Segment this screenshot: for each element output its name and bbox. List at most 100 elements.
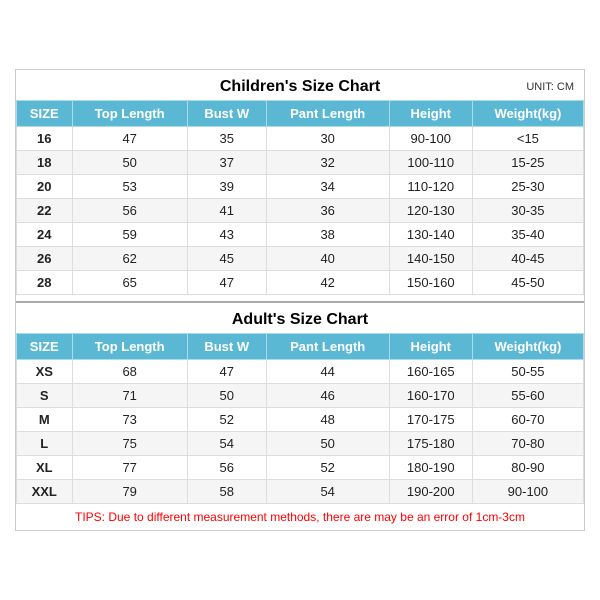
table-cell: 75 — [72, 432, 187, 456]
table-cell: 53 — [72, 175, 187, 199]
table-row: XXL795854190-20090-100 — [17, 480, 584, 504]
table-cell: 54 — [187, 432, 266, 456]
table-row: 18503732100-11015-25 — [17, 151, 584, 175]
table-cell: 180-190 — [389, 456, 472, 480]
children-table: SIZE Top Length Bust W Pant Length Heigh… — [16, 100, 584, 295]
children-col-pant: Pant Length — [266, 101, 389, 127]
table-cell: 43 — [187, 223, 266, 247]
table-cell: 73 — [72, 408, 187, 432]
table-cell: 32 — [266, 151, 389, 175]
table-cell: 71 — [72, 384, 187, 408]
table-row: 1647353090-100<15 — [17, 127, 584, 151]
table-cell: XL — [17, 456, 73, 480]
table-cell: 100-110 — [389, 151, 472, 175]
table-cell: 120-130 — [389, 199, 472, 223]
children-col-weight: Weight(kg) — [472, 101, 583, 127]
table-cell: 22 — [17, 199, 73, 223]
table-cell: 50 — [266, 432, 389, 456]
table-cell: 50-55 — [472, 360, 583, 384]
children-header-row: SIZE Top Length Bust W Pant Length Heigh… — [17, 101, 584, 127]
table-cell: 26 — [17, 247, 73, 271]
table-cell: 50 — [72, 151, 187, 175]
table-cell: 175-180 — [389, 432, 472, 456]
table-row: L755450175-18070-80 — [17, 432, 584, 456]
table-cell: 79 — [72, 480, 187, 504]
table-row: S715046160-17055-60 — [17, 384, 584, 408]
table-cell: 35 — [187, 127, 266, 151]
table-row: M735248170-17560-70 — [17, 408, 584, 432]
table-cell: 18 — [17, 151, 73, 175]
adult-col-pant: Pant Length — [266, 334, 389, 360]
table-cell: 46 — [266, 384, 389, 408]
table-cell: 42 — [266, 271, 389, 295]
tips-text: TIPS: Due to different measurement metho… — [16, 504, 584, 530]
table-row: XS684744160-16550-55 — [17, 360, 584, 384]
table-cell: XXL — [17, 480, 73, 504]
table-cell: 45-50 — [472, 271, 583, 295]
table-cell: 40-45 — [472, 247, 583, 271]
children-col-height: Height — [389, 101, 472, 127]
table-cell: XS — [17, 360, 73, 384]
children-col-top-length: Top Length — [72, 101, 187, 127]
table-row: 26624540140-15040-45 — [17, 247, 584, 271]
table-cell: 47 — [72, 127, 187, 151]
table-cell: 44 — [266, 360, 389, 384]
table-cell: 40 — [266, 247, 389, 271]
table-cell: 52 — [187, 408, 266, 432]
table-cell: 47 — [187, 271, 266, 295]
children-title-row: Children's Size Chart UNIT: CM — [16, 70, 584, 100]
adult-table: SIZE Top Length Bust W Pant Length Heigh… — [16, 333, 584, 504]
table-cell: 35-40 — [472, 223, 583, 247]
table-cell: 37 — [187, 151, 266, 175]
adult-title-row: Adult's Size Chart — [16, 301, 584, 333]
table-cell: 160-165 — [389, 360, 472, 384]
table-row: XL775652180-19080-90 — [17, 456, 584, 480]
children-col-bust: Bust W — [187, 101, 266, 127]
table-cell: 38 — [266, 223, 389, 247]
table-cell: 47 — [187, 360, 266, 384]
table-cell: 170-175 — [389, 408, 472, 432]
table-cell: 59 — [72, 223, 187, 247]
table-cell: 70-80 — [472, 432, 583, 456]
table-row: 24594338130-14035-40 — [17, 223, 584, 247]
adult-col-top-length: Top Length — [72, 334, 187, 360]
table-cell: 56 — [187, 456, 266, 480]
adult-header-row: SIZE Top Length Bust W Pant Length Heigh… — [17, 334, 584, 360]
table-cell: 54 — [266, 480, 389, 504]
table-row: 28654742150-16045-50 — [17, 271, 584, 295]
table-cell: 60-70 — [472, 408, 583, 432]
table-cell: 80-90 — [472, 456, 583, 480]
table-cell: 34 — [266, 175, 389, 199]
table-cell: 55-60 — [472, 384, 583, 408]
table-cell: 15-25 — [472, 151, 583, 175]
table-cell: 28 — [17, 271, 73, 295]
table-cell: 30 — [266, 127, 389, 151]
unit-label: UNIT: CM — [526, 81, 574, 93]
table-cell: 110-120 — [389, 175, 472, 199]
table-cell: 50 — [187, 384, 266, 408]
table-cell: 48 — [266, 408, 389, 432]
adult-col-height: Height — [389, 334, 472, 360]
table-cell: S — [17, 384, 73, 408]
table-cell: 24 — [17, 223, 73, 247]
table-cell: 65 — [72, 271, 187, 295]
table-cell: 52 — [266, 456, 389, 480]
children-col-size: SIZE — [17, 101, 73, 127]
table-row: 22564136120-13030-35 — [17, 199, 584, 223]
table-cell: 39 — [187, 175, 266, 199]
table-cell: 16 — [17, 127, 73, 151]
table-cell: 25-30 — [472, 175, 583, 199]
table-cell: 56 — [72, 199, 187, 223]
table-cell: 58 — [187, 480, 266, 504]
table-cell: 90-100 — [472, 480, 583, 504]
adult-title: Adult's Size Chart — [232, 311, 368, 329]
table-cell: 36 — [266, 199, 389, 223]
table-cell: 68 — [72, 360, 187, 384]
table-cell: 130-140 — [389, 223, 472, 247]
table-cell: 62 — [72, 247, 187, 271]
table-cell: 77 — [72, 456, 187, 480]
table-cell: <15 — [472, 127, 583, 151]
table-cell: 150-160 — [389, 271, 472, 295]
children-title: Children's Size Chart — [220, 78, 380, 96]
table-cell: L — [17, 432, 73, 456]
